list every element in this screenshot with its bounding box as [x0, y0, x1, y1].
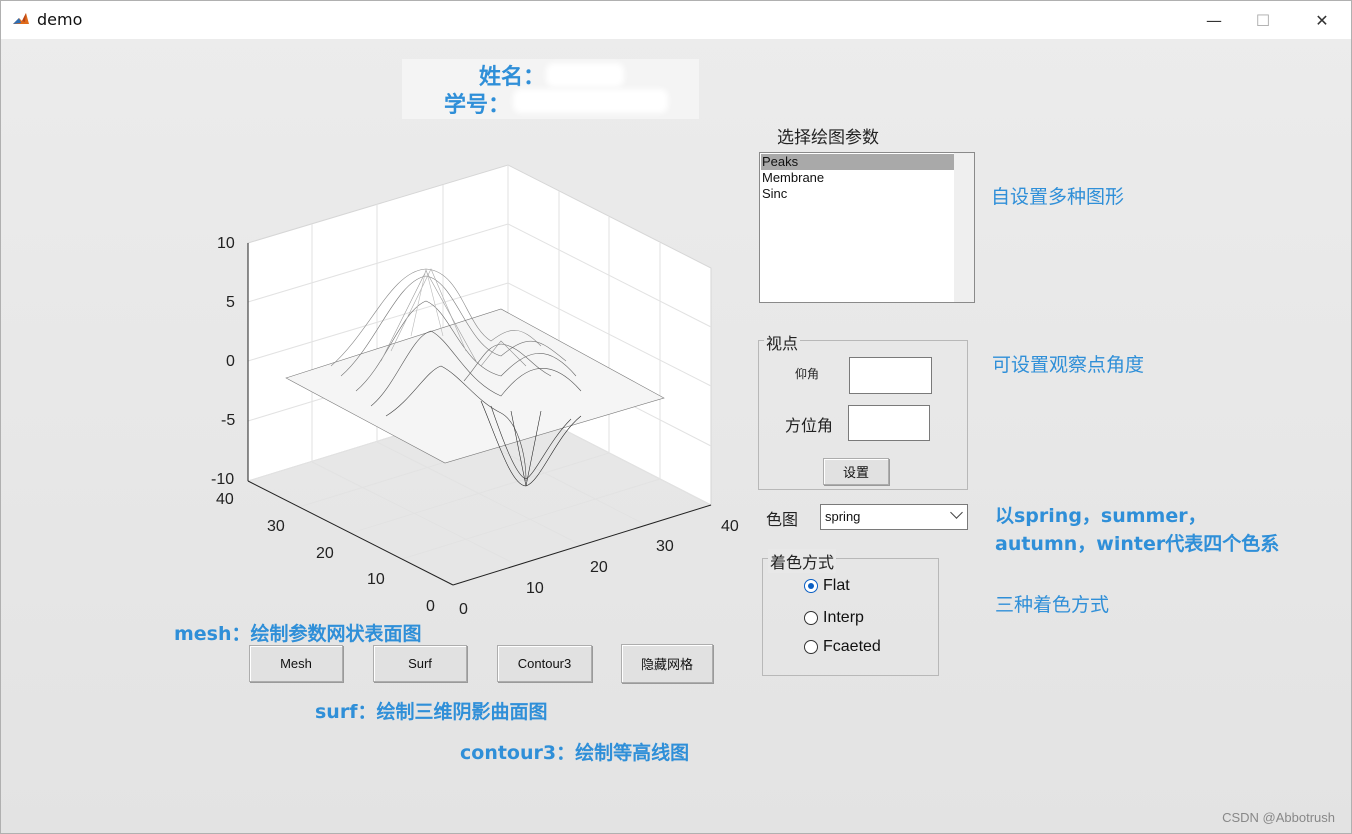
- x-tick: 20: [590, 559, 608, 576]
- flat-radio[interactable]: [804, 579, 818, 593]
- id-label: 学号：: [444, 93, 511, 118]
- minimize-button[interactable]: —: [1191, 1, 1237, 39]
- x-axis-ticks: 0 10 20 30 40: [459, 518, 739, 618]
- contour3-button[interactable]: Contour3: [497, 645, 592, 682]
- y-tick: 10: [367, 571, 385, 588]
- y-tick: 30: [267, 518, 285, 535]
- matlab-icon: [11, 10, 31, 30]
- y-tick: 40: [216, 491, 234, 508]
- viewpoint-group-title: 视点: [764, 330, 801, 354]
- colormap-annotation-line1: 以spring，summer，: [995, 505, 1207, 527]
- window-title: demo: [37, 10, 83, 29]
- list-item[interactable]: Sinc: [761, 186, 955, 202]
- maximize-icon: ☐: [1255, 10, 1271, 30]
- x-tick: 10: [526, 580, 544, 597]
- elevation-label: 仰角: [795, 367, 820, 381]
- z-tick: 10: [217, 235, 235, 252]
- azimuth-input[interactable]: [848, 405, 930, 441]
- faceted-radio-label[interactable]: Fcaeted: [823, 638, 881, 656]
- shapes-annotation: 自设置多种图形: [991, 186, 1125, 208]
- surface-plot: 10 5 0 -5 -10 40 30 20 10 0 0 10 20 30 4…: [211, 164, 739, 618]
- mesh-annotation: mesh：绘制参数网状表面图: [174, 623, 422, 645]
- redacted-name: [546, 63, 624, 87]
- app-window: demo — ☐ ✕ 姓名： 学号： 10 5 0 -5 -10 40 30 2…: [0, 0, 1352, 834]
- mesh-button[interactable]: Mesh: [249, 645, 343, 682]
- interp-radio[interactable]: [804, 611, 818, 625]
- title-bar: demo — ☐ ✕: [1, 1, 1351, 39]
- z-tick: 0: [226, 353, 235, 370]
- redacted-id: [513, 89, 668, 113]
- contour3-annotation: contour3：绘制等高线图: [460, 742, 690, 764]
- z-tick: -5: [221, 412, 235, 429]
- x-tick: 40: [721, 518, 739, 535]
- z-tick: 5: [226, 294, 235, 311]
- plot-type-listbox[interactable]: Peaks Membrane Sinc: [759, 152, 975, 303]
- maximize-button[interactable]: ☐: [1240, 1, 1286, 39]
- set-view-button[interactable]: 设置: [823, 458, 889, 485]
- z-axis-ticks: 10 5 0 -5 -10: [211, 235, 235, 488]
- shading-group-title: 着色方式: [768, 549, 837, 573]
- z-tick: -10: [211, 471, 234, 488]
- shading-annotation: 三种着色方式: [995, 594, 1110, 616]
- interp-radio-label[interactable]: Interp: [823, 609, 864, 627]
- y-axis-ticks: 40 30 20 10 0: [216, 491, 435, 615]
- close-button[interactable]: ✕: [1299, 1, 1345, 39]
- hide-grid-button[interactable]: 隐藏网格: [621, 644, 713, 683]
- list-item[interactable]: Peaks: [761, 154, 955, 170]
- close-icon: ✕: [1315, 10, 1329, 30]
- azimuth-label: 方位角: [785, 416, 834, 435]
- flat-radio-label[interactable]: Flat: [823, 577, 850, 595]
- y-tick: 20: [316, 545, 334, 562]
- colormap-label: 色图: [766, 510, 799, 529]
- surf-button[interactable]: Surf: [373, 645, 467, 682]
- elevation-input[interactable]: [849, 357, 932, 394]
- x-tick: 30: [656, 538, 674, 555]
- listbox-scrollbar[interactable]: [954, 153, 974, 302]
- list-item[interactable]: Membrane: [761, 170, 955, 186]
- viewpoint-annotation: 可设置观察点角度: [992, 354, 1145, 376]
- colormap-value: spring: [825, 509, 861, 524]
- minimize-icon: —: [1206, 10, 1222, 30]
- watermark: CSDN @Abbotrush: [1222, 810, 1335, 825]
- y-tick: 0: [426, 598, 435, 615]
- faceted-radio[interactable]: [804, 640, 818, 654]
- x-tick: 0: [459, 601, 468, 618]
- surf-annotation: surf：绘制三维阴影曲面图: [315, 701, 548, 723]
- colormap-annotation-line2: autumn，winter代表四个色系: [995, 533, 1280, 555]
- chevron-down-icon: [950, 506, 963, 519]
- colormap-select[interactable]: spring: [820, 504, 968, 530]
- plot-params-title: 选择绘图参数: [777, 128, 879, 148]
